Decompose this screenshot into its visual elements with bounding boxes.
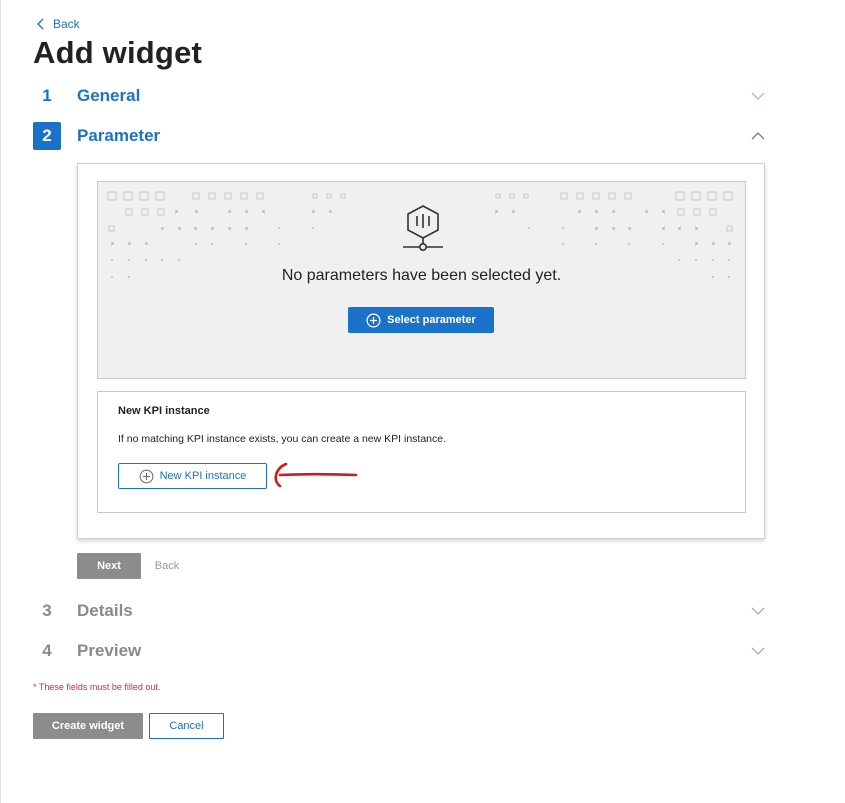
new-kpi-instance-button[interactable]: New KPI instance (118, 463, 267, 489)
step-parameter[interactable]: 2 Parameter (33, 122, 765, 150)
step-general[interactable]: 1 General (33, 82, 765, 110)
chevron-left-icon (37, 18, 44, 30)
red-arrow-annotation (274, 462, 358, 488)
select-parameter-button[interactable]: Select parameter (348, 307, 494, 333)
kpi-section-description: If no matching KPI instance exists, you … (118, 433, 447, 445)
chevron-down-icon[interactable] (751, 644, 765, 658)
step-label: Details (77, 601, 133, 620)
page-left-border (0, 0, 1, 803)
create-widget-button[interactable]: Create widget (33, 713, 143, 739)
chevron-down-icon[interactable] (751, 89, 765, 103)
step-number: 1 (42, 86, 52, 105)
step-number: 3 (42, 601, 52, 620)
back-link-label: Back (53, 17, 80, 31)
new-kpi-section: New KPI instance If no matching KPI inst… (97, 391, 746, 513)
chevron-up-icon[interactable] (751, 129, 765, 143)
step-label: General (77, 86, 141, 105)
plus-circle-icon (139, 469, 153, 483)
plus-circle-icon (366, 313, 381, 327)
page-title: Add widget (33, 35, 203, 70)
required-fields-note: * These fields must be filled out. (33, 682, 161, 692)
step-label: Parameter (77, 126, 161, 145)
step-number: 2 (33, 122, 61, 150)
step-number: 4 (42, 641, 52, 660)
parameter-panel: No parameters have been selected yet. Se… (77, 163, 765, 539)
next-button[interactable]: Next (77, 553, 141, 579)
cancel-button[interactable]: Cancel (149, 713, 224, 739)
chevron-down-icon[interactable] (751, 604, 765, 618)
back-link[interactable]: Back (37, 17, 80, 31)
parameter-empty-state: No parameters have been selected yet. Se… (97, 181, 746, 379)
parameter-hub-icon (403, 205, 443, 251)
empty-state-message: No parameters have been selected yet. (281, 267, 562, 284)
step-details[interactable]: 3 Details (33, 597, 765, 625)
step-preview[interactable]: 4 Preview (33, 637, 765, 665)
kpi-section-title: New KPI instance (118, 405, 210, 417)
select-parameter-label: Select parameter (387, 314, 476, 326)
new-kpi-instance-label: New KPI instance (159, 470, 247, 482)
step-label: Preview (77, 641, 142, 660)
step-back-button[interactable]: Back (143, 553, 191, 579)
